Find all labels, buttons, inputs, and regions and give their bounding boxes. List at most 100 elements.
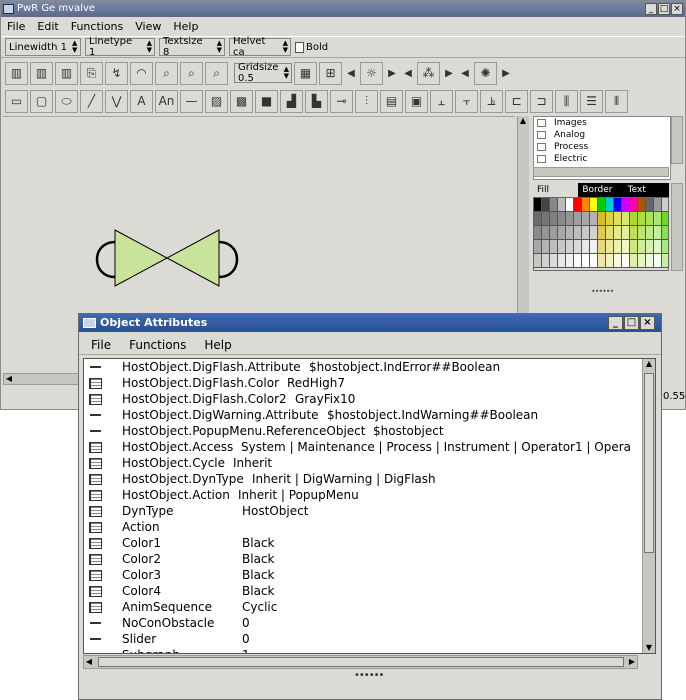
color-swatch[interactable] — [590, 212, 598, 226]
linetype-select[interactable]: Linetype 1 ▲ ▼ — [85, 36, 155, 58]
attribute-value[interactable]: Inherit | DigWarning | DigFlash — [252, 472, 436, 486]
sun-icon[interactable]: ☼ — [360, 61, 383, 85]
color-swatch[interactable] — [550, 198, 558, 212]
fill-border-icon[interactable]: ▙ — [305, 89, 328, 113]
menu-file[interactable]: File — [1, 18, 31, 35]
color-swatch[interactable] — [646, 240, 654, 254]
clipboard-icon[interactable]: ⎘ — [80, 61, 103, 85]
color-dots-icon[interactable]: ⁂ — [417, 61, 440, 85]
color-swatch[interactable] — [550, 254, 558, 268]
palette-item-process[interactable]: Process — [534, 141, 670, 153]
menu-view[interactable]: View — [129, 18, 167, 35]
line-icon[interactable]: ╱ — [80, 89, 103, 113]
dialog-close-button[interactable]: × — [640, 316, 655, 330]
resize-grip-icon[interactable]: •••••• — [591, 287, 614, 296]
palette-item-analog[interactable]: Analog — [534, 129, 670, 141]
attribute-row[interactable]: Action — [84, 519, 644, 535]
attribute-row[interactable]: HostObject.Cycle Inherit — [84, 455, 644, 471]
fill-icon[interactable]: ■ — [255, 89, 278, 113]
menu-edit[interactable]: Edit — [31, 18, 64, 35]
main-titlebar[interactable]: PwR Ge mvalve _ □ × — [1, 1, 685, 17]
color-swatch[interactable] — [566, 198, 574, 212]
scrollbar-thumb[interactable] — [644, 373, 654, 553]
color-swatch[interactable] — [646, 212, 654, 226]
color-swatch[interactable] — [534, 198, 542, 212]
color-swatch[interactable] — [614, 198, 622, 212]
color-swatch[interactable] — [590, 226, 598, 240]
chart-icon[interactable]: ▥ — [55, 61, 78, 85]
annotation-icon[interactable]: An — [155, 89, 178, 113]
attribute-row[interactable]: DynType HostObject — [84, 503, 644, 519]
snap-icon[interactable]: ⊞ — [319, 61, 342, 85]
align-bottom-icon[interactable]: ⫠ — [430, 89, 453, 113]
palette-item-images[interactable]: Images — [534, 117, 670, 129]
color-swatch[interactable] — [654, 198, 662, 212]
zoom-in-icon[interactable]: ⌕ — [180, 61, 203, 85]
color-swatch[interactable] — [662, 226, 668, 240]
color-swatch[interactable] — [614, 240, 622, 254]
color-swatch[interactable] — [590, 198, 598, 212]
image-edit-icon[interactable]: ▩ — [230, 89, 253, 113]
textsize-select[interactable]: Textsize 8 ▲ ▼ — [159, 36, 225, 58]
scroll-right-icon[interactable]: ▶ — [627, 657, 637, 667]
scrollbar-thumb[interactable] — [98, 657, 624, 667]
menu-help[interactable]: Help — [167, 18, 204, 35]
attribute-value[interactable]: 1 — [242, 648, 250, 653]
color-swatch[interactable] — [542, 254, 550, 268]
color-swatch[interactable] — [558, 240, 566, 254]
color-swatch[interactable] — [646, 226, 654, 240]
attribute-row[interactable]: HostObject.DynType Inherit | DigWarning |… — [84, 471, 644, 487]
color-swatch[interactable] — [622, 198, 630, 212]
dialog-titlebar[interactable]: Object Attributes _ □ × — [79, 314, 661, 332]
attribute-value[interactable]: $hostobject.IndError##Boolean — [309, 360, 500, 374]
attribute-row[interactable]: HostObject.DigFlash.Color RedHigh7 — [84, 375, 644, 391]
color-swatch[interactable] — [558, 226, 566, 240]
scroll-down-icon[interactable]: ▼ — [644, 643, 654, 653]
attribute-value[interactable]: Inherit | PopupMenu — [238, 488, 359, 502]
dialog-menu-help[interactable]: Help — [192, 335, 237, 354]
color-swatch[interactable] — [606, 226, 614, 240]
color-swatch[interactable] — [566, 240, 574, 254]
color-swatch[interactable] — [622, 212, 630, 226]
palette-vertical-scrollbar[interactable] — [671, 116, 683, 164]
zoom-icon[interactable]: ⌕ — [155, 61, 178, 85]
arrow-right-icon[interactable]: ▶ — [499, 61, 513, 85]
arrow-left-icon[interactable]: ◀ — [344, 61, 358, 85]
resize-grip-icon[interactable]: •••••• — [354, 670, 384, 681]
color-swatch[interactable] — [534, 254, 542, 268]
color-swatch[interactable] — [534, 240, 542, 254]
color-swatch[interactable] — [646, 198, 654, 212]
color-swatch[interactable] — [606, 240, 614, 254]
color-swatch[interactable] — [622, 254, 630, 268]
tab-fill[interactable]: Fill — [533, 183, 579, 197]
color-swatch[interactable] — [630, 212, 638, 226]
attribute-row[interactable]: HostObject.PopupMenu.ReferenceObject $hos… — [84, 423, 644, 439]
color-swatch[interactable] — [654, 254, 662, 268]
arrow-right-icon[interactable]: ▶ — [385, 61, 399, 85]
color-swatch[interactable] — [630, 226, 638, 240]
color-swatch[interactable] — [550, 226, 558, 240]
image-icon[interactable]: ▨ — [205, 89, 228, 113]
attribute-row[interactable]: AnimSequence Cyclic — [84, 599, 644, 615]
color-swatch[interactable] — [582, 254, 590, 268]
color-swatch[interactable] — [662, 212, 668, 226]
color-swatch[interactable] — [542, 240, 550, 254]
attribute-row[interactable]: HostObject.DigWarning.Attribute $hostobje… — [84, 407, 644, 423]
color-swatch[interactable] — [614, 212, 622, 226]
color-swatch[interactable] — [598, 240, 606, 254]
color-grid-scrollbar[interactable] — [671, 183, 683, 271]
close-button[interactable]: × — [671, 3, 683, 15]
color-swatch[interactable] — [574, 226, 582, 240]
palette-icon[interactable]: ✺ — [474, 61, 497, 85]
attribute-value[interactable]: Black — [242, 536, 274, 550]
equidistant-horizontal-icon[interactable]: ⫴ — [605, 89, 628, 113]
linewidth-select[interactable]: Linewidth 1 ▲ ▼ — [5, 38, 81, 56]
color-swatch[interactable] — [566, 226, 574, 240]
attribute-list-horizontal-scrollbar[interactable]: ◀ ▶ — [83, 655, 638, 669]
bold-checkbox[interactable]: Bold — [295, 41, 328, 53]
color-swatch[interactable] — [550, 212, 558, 226]
polyline-icon[interactable]: ⋁ — [105, 89, 128, 113]
dialog-minimize-button[interactable]: _ — [608, 316, 623, 330]
attribute-value[interactable]: 0 — [242, 616, 250, 630]
grid-icon[interactable]: ▦ — [294, 61, 317, 85]
